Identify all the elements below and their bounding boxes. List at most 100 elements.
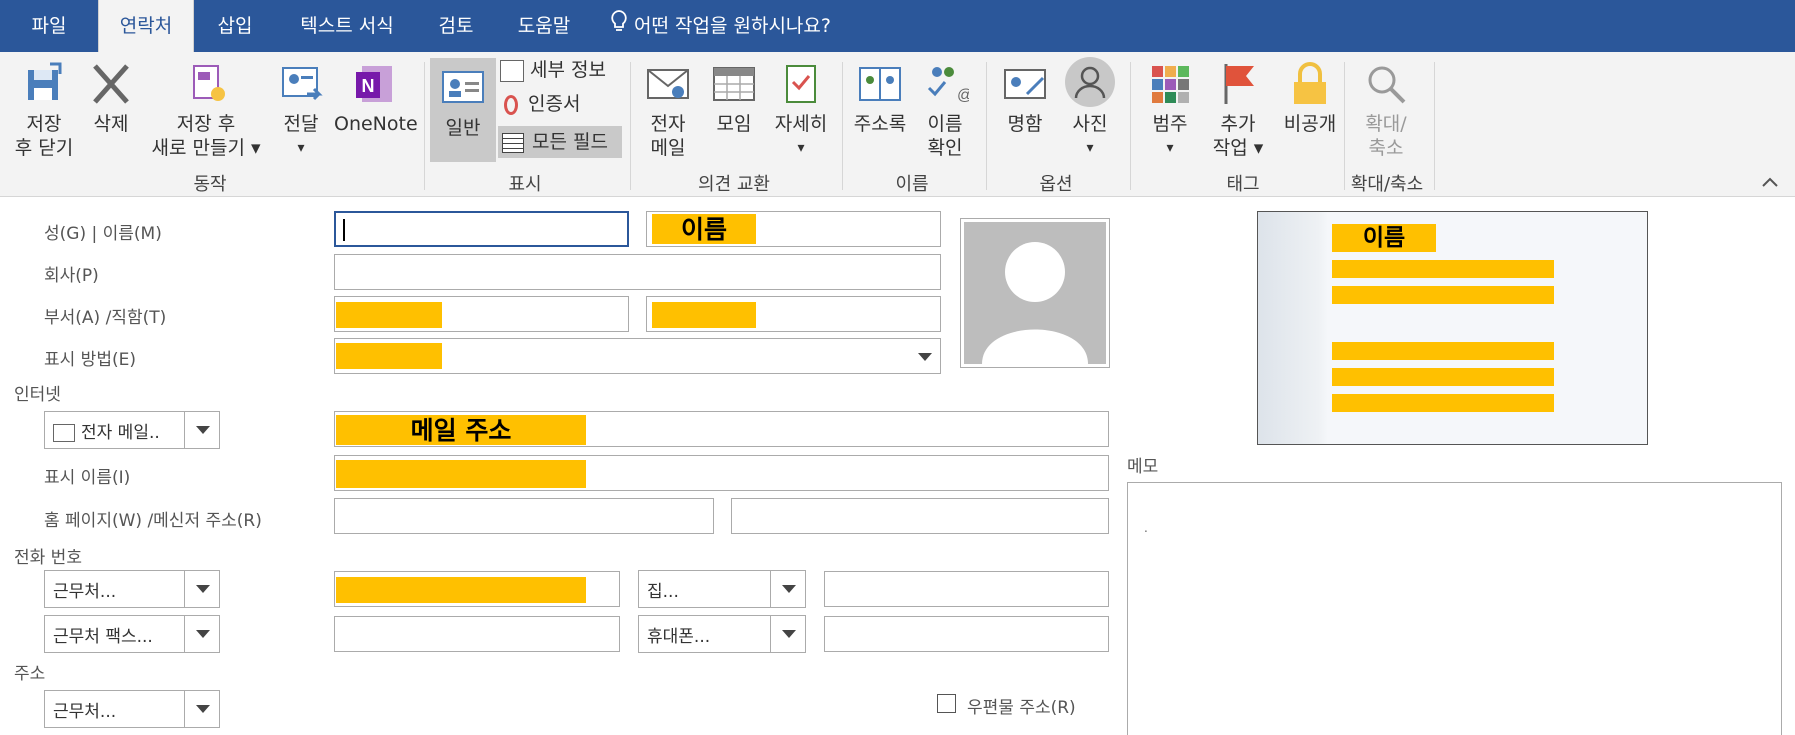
address-type-dropdown[interactable]: 근무처... <box>44 690 220 728</box>
email-button[interactable]: 전자 메일 <box>636 60 700 160</box>
company-input[interactable] <box>334 254 941 290</box>
general-view-button[interactable]: 일반 <box>430 58 496 162</box>
save-new-button[interactable]: 저장 후 새로 만들기 ▾ <box>142 60 270 160</box>
categorize-icon <box>1152 66 1189 103</box>
categorize-button[interactable]: 범주 ▾ <box>1138 60 1202 160</box>
home-phone-type: 집... <box>647 582 679 602</box>
tell-me-text: 어떤 작업을 원하시나요? <box>634 15 831 37</box>
categorize-label: 범주 <box>1152 113 1188 135</box>
business-fax-dropdown[interactable]: 근무처 팩스... <box>44 615 220 653</box>
onenote-icon: N <box>356 66 392 102</box>
first-name-redaction: 이름 <box>652 214 756 244</box>
phone-section-label: 전화 번호 <box>14 548 82 568</box>
group-actions-label: 동작 <box>193 174 227 195</box>
ribbon: 저장 후 닫기 삭제 저장 후 새로 만들기 ▾ 전달 ▾ N OneNote … <box>0 52 1795 197</box>
home-phone-dropdown[interactable]: 집... <box>638 570 806 608</box>
all-fields-button[interactable]: 모든 필드 <box>498 126 622 158</box>
details-button[interactable]: 세부 정보 <box>500 58 612 88</box>
private-button[interactable]: 비공개 <box>1272 60 1348 136</box>
mobile-phone-input[interactable] <box>824 616 1109 652</box>
tab-format-text[interactable]: 텍스트 서식 <box>282 0 412 52</box>
check-names-icon: @ <box>927 67 969 104</box>
address-section-label: 주소 <box>14 664 46 684</box>
business-card-icon <box>1004 69 1046 99</box>
tab-review[interactable]: 검토 <box>424 0 488 52</box>
calendar-icon <box>713 67 755 101</box>
private-label: 비공개 <box>1283 113 1337 135</box>
card-line-redaction <box>1332 342 1554 360</box>
im-address-input[interactable] <box>731 498 1109 534</box>
department-redaction <box>336 302 442 328</box>
home-phone-input[interactable] <box>824 571 1109 607</box>
business-phone-dropdown[interactable]: 근무처... <box>44 570 220 608</box>
group-separator <box>630 62 631 190</box>
chevron-down-icon <box>184 412 219 448</box>
mobile-phone-dropdown[interactable]: 휴대폰... <box>638 615 806 653</box>
zoom-label-1: 확대/ <box>1365 113 1407 135</box>
onenote-button[interactable]: N OneNote <box>334 60 418 136</box>
certificates-button[interactable]: 인증서 <box>500 92 612 122</box>
save-close-button[interactable]: 저장 후 닫기 <box>6 60 82 160</box>
meeting-label: 모임 <box>716 113 752 135</box>
picture-button[interactable]: 사진 ▾ <box>1062 56 1118 160</box>
chevron-up-icon <box>1762 177 1778 187</box>
file-as-label: 표시 방법(E) <box>44 350 136 370</box>
contact-photo[interactable] <box>960 218 1110 368</box>
email-type-dropdown[interactable]: 전자 메일.. <box>44 411 220 449</box>
more-arrow: ▾ <box>797 140 805 156</box>
delete-x-icon <box>93 64 129 104</box>
delete-button[interactable]: 삭제 <box>86 60 136 136</box>
notes-text: . <box>1144 521 1148 535</box>
business-card-label: 명함 <box>1007 113 1043 135</box>
group-communicate-label: 의견 교환 <box>698 174 770 195</box>
meeting-button[interactable]: 모임 <box>704 60 764 136</box>
onenote-label: OneNote <box>334 113 418 135</box>
save-close-label-2: 후 닫기 <box>14 137 74 159</box>
tell-me-search[interactable]: 어떤 작업을 원하시나요? <box>610 0 870 52</box>
group-separator <box>1434 62 1435 190</box>
address-type-text: 근무처... <box>53 702 117 722</box>
notes-textarea[interactable]: . <box>1127 482 1782 735</box>
mailing-address-checkbox[interactable] <box>937 694 956 713</box>
forward-contact-icon <box>282 67 323 101</box>
web-page-input[interactable] <box>334 498 714 534</box>
all-fields-icon <box>502 132 524 153</box>
internet-section-label: 인터넷 <box>14 385 61 405</box>
check-names-button[interactable]: @ 이름 확인 <box>916 60 974 160</box>
group-separator <box>986 62 987 190</box>
business-fax-type: 근무처 팩스... <box>53 627 153 647</box>
more-button[interactable]: 자세히 ▾ <box>766 60 836 160</box>
svg-text:N: N <box>362 76 375 96</box>
zoom-button[interactable]: 확대/ 축소 <box>1350 60 1422 160</box>
tab-insert[interactable]: 삽입 <box>200 0 270 52</box>
tab-help[interactable]: 도움말 <box>502 0 586 52</box>
last-name-input[interactable] <box>334 211 629 247</box>
mobile-phone-type: 휴대폰... <box>647 627 711 647</box>
address-book-icon <box>859 67 901 101</box>
follow-up-label-1: 추가 <box>1220 113 1256 135</box>
business-fax-input[interactable] <box>334 616 620 652</box>
notes-label: 메모 <box>1127 457 1159 477</box>
group-tags-label: 태그 <box>1226 174 1260 195</box>
collapse-ribbon-button[interactable] <box>1758 170 1782 194</box>
company-label: 회사(P) <box>44 266 99 286</box>
chevron-down-icon <box>184 691 219 727</box>
file-as-redaction <box>336 343 442 369</box>
group-names-label: 이름 <box>895 174 929 195</box>
tab-file[interactable]: 파일 <box>14 0 84 52</box>
person-placeholder-icon <box>964 222 1106 364</box>
tab-contact[interactable]: 연락처 <box>98 0 194 52</box>
group-separator <box>1130 62 1131 190</box>
follow-up-button[interactable]: 추가 작업 ▾ <box>1204 60 1272 160</box>
forward-arrow: ▾ <box>297 140 305 156</box>
department-label: 부서(A) /직함(T) <box>44 308 167 328</box>
forward-button[interactable]: 전달 ▾ <box>272 60 330 160</box>
display-as-label: 표시 이름(I) <box>44 468 131 488</box>
certificates-label: 인증서 <box>528 93 581 115</box>
business-card-preview[interactable]: 이름 <box>1257 211 1648 445</box>
address-book-button[interactable]: 주소록 <box>848 60 912 136</box>
card-line-redaction <box>1332 394 1554 412</box>
business-card-button[interactable]: 명함 <box>994 60 1056 136</box>
card-name-redaction: 이름 <box>1332 224 1436 252</box>
flag-icon <box>1224 64 1254 104</box>
